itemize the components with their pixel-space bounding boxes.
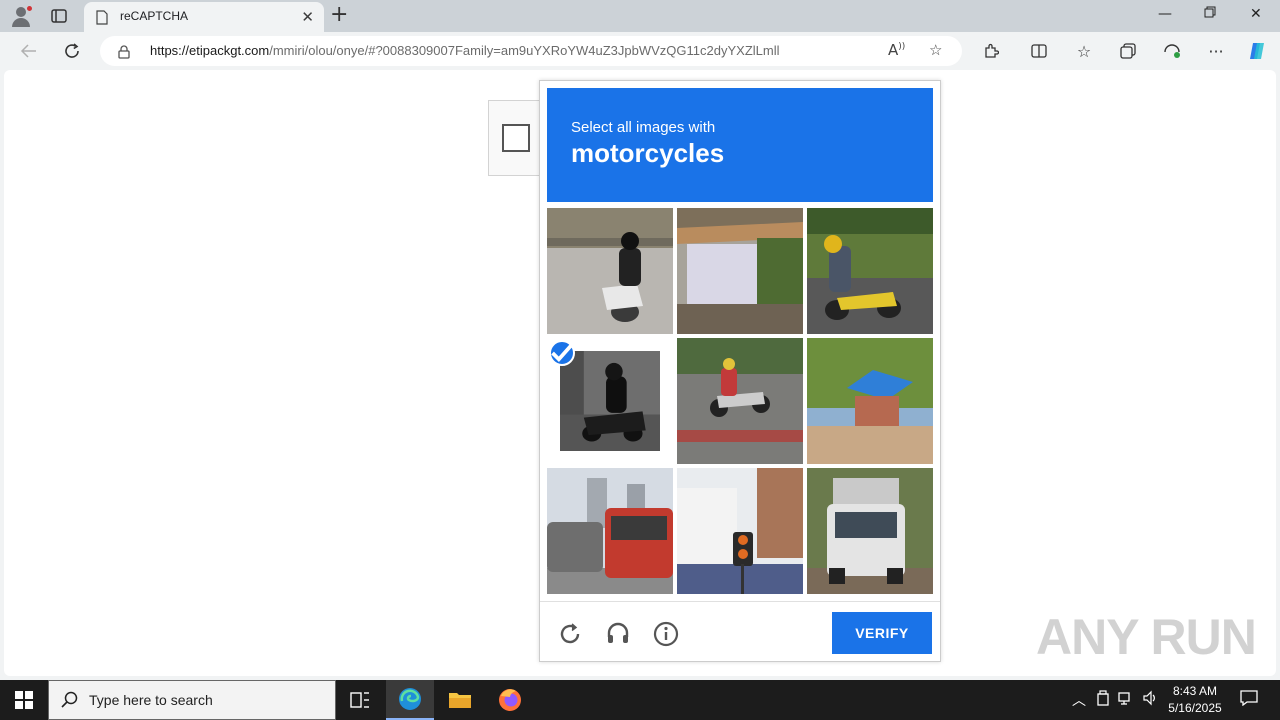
url-text: https://etipackgt.com/mmiri/olou/onye/#?… xyxy=(150,43,779,58)
captcha-tile-9[interactable] xyxy=(807,468,933,594)
audio-challenge-icon[interactable] xyxy=(604,620,632,648)
favorite-star-icon[interactable]: ☆ xyxy=(929,41,942,59)
more-menu-icon[interactable]: ··· xyxy=(1205,40,1227,62)
edge-taskbar-icon[interactable] xyxy=(386,680,434,720)
close-window-icon[interactable]: ✕ xyxy=(1250,6,1262,22)
selected-check-icon xyxy=(549,340,575,366)
instruction-text: Select all images with xyxy=(571,119,716,136)
instruction-target: motorcycles xyxy=(571,138,725,168)
favorites-icon[interactable]: ☆ xyxy=(1073,40,1095,62)
reload-icon[interactable] xyxy=(556,620,584,648)
captcha-tile-1[interactable] xyxy=(547,208,673,334)
read-aloud-icon[interactable]: A)) xyxy=(888,41,905,59)
copilot-icon[interactable] xyxy=(1246,40,1268,62)
refresh-icon[interactable] xyxy=(61,40,83,62)
task-view-icon[interactable] xyxy=(336,680,384,720)
performance-icon[interactable] xyxy=(1161,40,1183,62)
captcha-tile-3[interactable] xyxy=(807,208,933,334)
profile-icon[interactable] xyxy=(10,5,33,27)
taskbar-search[interactable]: Type here to search xyxy=(48,680,336,720)
tab-strip: reCAPTCHA ✕ + — ✕ xyxy=(0,0,1280,32)
browser-toolbar: https://etipackgt.com/mmiri/olou/onye/#?… xyxy=(0,32,1280,70)
device-icon[interactable] xyxy=(1096,690,1110,710)
network-icon[interactable] xyxy=(1118,690,1134,710)
collections-icon[interactable] xyxy=(1117,40,1139,62)
captcha-challenge: Select all images with motorcycles VERIF… xyxy=(539,80,941,662)
captcha-tile-4[interactable] xyxy=(547,338,673,464)
lock-icon[interactable] xyxy=(118,44,130,63)
tab-recaptcha[interactable]: reCAPTCHA ✕ xyxy=(84,2,324,32)
search-placeholder: Type here to search xyxy=(89,692,213,708)
volume-icon[interactable] xyxy=(1142,690,1158,710)
split-screen-icon[interactable] xyxy=(1028,40,1050,62)
url-path: /mmiri/olou/onye/#?0088309007Family=am9u… xyxy=(269,43,780,58)
taskbar: Type here to search ︿ 8:43 AM 5/16/2025 xyxy=(0,680,1280,720)
start-windows-icon[interactable] xyxy=(0,680,48,720)
url-domain: https://etipackgt.com xyxy=(150,43,270,58)
address-bar[interactable]: https://etipackgt.com/mmiri/olou/onye/#?… xyxy=(100,36,962,66)
captcha-tile-6[interactable] xyxy=(807,338,933,464)
captcha-tile-2[interactable] xyxy=(677,208,803,334)
recaptcha-anchor xyxy=(488,100,540,176)
page-icon xyxy=(96,10,108,29)
tab-title: reCAPTCHA xyxy=(120,9,189,23)
file-explorer-icon[interactable] xyxy=(436,680,484,720)
clock-date: 5/16/2025 xyxy=(1168,701,1222,715)
extensions-icon[interactable] xyxy=(980,40,1002,62)
back-arrow-icon[interactable] xyxy=(18,40,40,62)
show-hidden-icons[interactable]: ︿ xyxy=(1072,690,1086,710)
captcha-tile-7[interactable] xyxy=(547,468,673,594)
search-icon xyxy=(61,691,79,713)
watermark-logo: ANY RUN xyxy=(1036,609,1257,665)
system-clock[interactable]: 8:43 AM 5/16/2025 xyxy=(1160,683,1230,717)
notifications-icon[interactable] xyxy=(1240,690,1258,710)
instruction-banner: Select all images with motorcycles xyxy=(547,88,933,202)
new-tab-icon[interactable]: + xyxy=(330,4,348,26)
verify-button[interactable]: VERIFY xyxy=(832,612,932,654)
clock-time: 8:43 AM xyxy=(1172,684,1218,698)
challenge-footer: VERIFY xyxy=(540,601,940,662)
image-grid xyxy=(547,208,933,594)
info-icon[interactable] xyxy=(652,620,680,648)
firefox-icon[interactable] xyxy=(486,680,534,720)
restore-icon[interactable] xyxy=(1204,6,1216,22)
captcha-tile-5[interactable] xyxy=(677,338,803,464)
recaptcha-checkbox[interactable] xyxy=(502,124,530,152)
tab-actions-icon[interactable] xyxy=(50,7,68,25)
captcha-tile-8[interactable] xyxy=(677,468,803,594)
minimize-icon[interactable]: — xyxy=(1158,6,1172,22)
close-tab-icon[interactable]: ✕ xyxy=(301,8,314,26)
